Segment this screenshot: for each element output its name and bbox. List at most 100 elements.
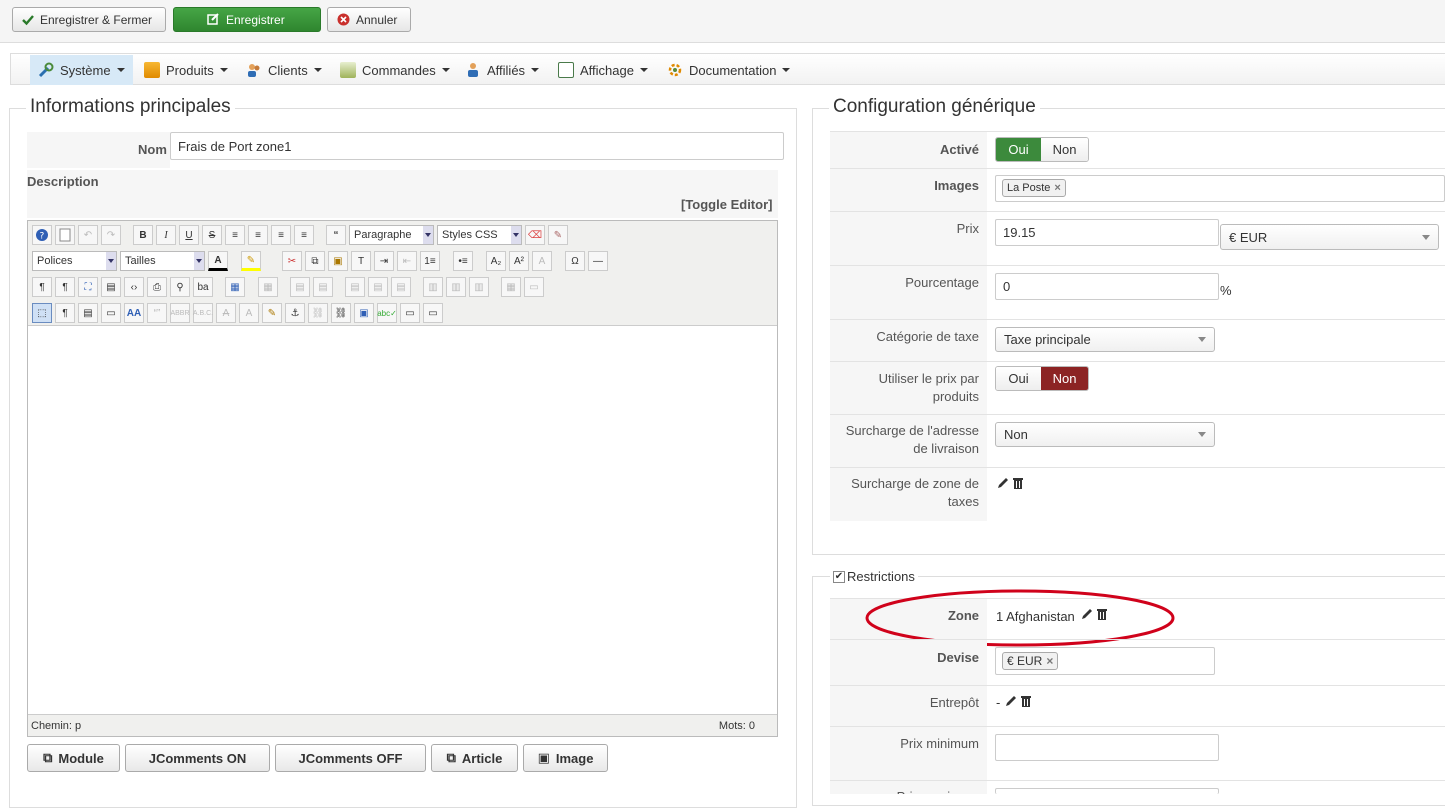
delete-row-icon[interactable]: ▤ — [391, 277, 411, 297]
save-button[interactable]: Enregistrer — [173, 7, 321, 32]
use-price-no-button[interactable]: Non — [1041, 367, 1088, 390]
row-props-icon[interactable]: ▤ — [345, 277, 365, 297]
fullscreen-icon[interactable]: ⛶ — [78, 277, 98, 297]
menu-item-clients[interactable]: Clients — [238, 55, 330, 85]
row-after-icon[interactable]: ▤ — [313, 277, 333, 297]
split-cells-icon[interactable]: ▦ — [501, 277, 521, 297]
cell-props-icon[interactable]: ▤ — [368, 277, 388, 297]
insert-table-icon[interactable]: ▦ — [225, 277, 245, 297]
bold-icon[interactable]: B — [133, 225, 153, 245]
trash-icon[interactable] — [1011, 476, 1025, 490]
active-no-button[interactable]: Non — [1041, 138, 1088, 161]
unordered-list-icon[interactable]: •≡ — [453, 251, 473, 271]
replace-icon[interactable]: ba — [193, 277, 213, 297]
style-props-icon[interactable]: AA — [124, 303, 144, 323]
menu-item-affichage[interactable]: Affichage — [550, 55, 656, 85]
max-price-input[interactable] — [995, 788, 1219, 794]
module-button[interactable]: ⧉ Module — [27, 744, 120, 772]
menu-item-documentation[interactable]: Documentation — [659, 55, 798, 85]
image-button[interactable]: ▣ Image — [523, 744, 608, 772]
visual-aid-icon[interactable]: ⬚ — [32, 303, 52, 323]
trash-icon[interactable] — [1019, 694, 1033, 708]
underline-icon[interactable]: U — [179, 225, 199, 245]
cut-icon[interactable]: ✂ — [282, 251, 302, 271]
new-document-icon[interactable] — [55, 225, 75, 245]
override-address-select[interactable]: Non — [995, 422, 1215, 447]
redo-icon[interactable]: ↷ — [101, 225, 121, 245]
merge-cells-icon[interactable]: ▭ — [524, 277, 544, 297]
template-icon[interactable]: ▤ — [78, 303, 98, 323]
ordered-list-icon[interactable]: 1≡ — [420, 251, 440, 271]
italic-icon[interactable]: I — [156, 225, 176, 245]
copy-icon[interactable]: ⧉ — [305, 251, 325, 271]
anchor-icon[interactable]: ⚓ — [285, 303, 305, 323]
row-before-icon[interactable]: ▤ — [290, 277, 310, 297]
align-justify-icon[interactable]: ≡ — [225, 225, 245, 245]
media-icon[interactable]: ▭ — [423, 303, 443, 323]
percent-input[interactable]: 0 — [995, 273, 1219, 300]
source-code-icon[interactable]: ‹› — [124, 277, 144, 297]
tax-select[interactable]: Taxe principale — [995, 327, 1215, 352]
article-button[interactable]: ⧉ Article — [431, 744, 518, 772]
ltr-icon[interactable]: ¶ — [32, 277, 52, 297]
print-icon[interactable]: ⎙ — [147, 277, 167, 297]
sizes-select[interactable]: Tailles — [120, 251, 205, 271]
delete-col-icon[interactable]: ▥ — [469, 277, 489, 297]
fonts-select[interactable]: Polices — [32, 251, 117, 271]
link-icon[interactable]: ⛓ — [331, 303, 351, 323]
attributes-icon[interactable]: ✎ — [262, 303, 282, 323]
menu-item-affilies[interactable]: Affiliés — [457, 55, 547, 85]
show-blocks-icon[interactable]: ¶ — [55, 303, 75, 323]
abbr-icon[interactable]: ABBR — [170, 303, 190, 323]
price-input[interactable]: 19.15 — [995, 219, 1219, 246]
cleanup-icon[interactable]: ✎ — [548, 225, 568, 245]
anchor-style-icon[interactable]: A — [532, 251, 552, 271]
jcomments-on-button[interactable]: JComments ON — [125, 744, 270, 772]
cancel-button[interactable]: Annuler — [327, 7, 411, 32]
hr-insert-icon[interactable]: ▭ — [400, 303, 420, 323]
image-icon[interactable]: ▣ — [354, 303, 374, 323]
eraser-icon[interactable]: ⌫ — [525, 225, 545, 245]
pencil-icon[interactable] — [996, 476, 1010, 490]
toggle-editor-link[interactable]: [Toggle Editor] — [681, 197, 772, 212]
jcomments-off-button[interactable]: JComments OFF — [275, 744, 426, 772]
blockquote-icon[interactable]: “ — [326, 225, 346, 245]
search-icon[interactable]: ⚲ — [170, 277, 190, 297]
save-close-button[interactable]: Enregistrer & Fermer — [12, 7, 166, 32]
horizontal-rule-icon[interactable]: — — [588, 251, 608, 271]
menu-item-commandes[interactable]: Commandes — [332, 55, 458, 85]
align-right-icon[interactable]: ≡ — [294, 225, 314, 245]
col-before-icon[interactable]: ▥ — [423, 277, 443, 297]
name-input[interactable]: Frais de Port zone1 — [170, 132, 784, 160]
align-left-icon[interactable]: ≡ — [271, 225, 291, 245]
col-after-icon[interactable]: ▥ — [446, 277, 466, 297]
paste-icon[interactable]: ▣ — [328, 251, 348, 271]
use-price-yes-button[interactable]: Oui — [996, 367, 1042, 390]
help-icon[interactable]: ? — [32, 225, 52, 245]
del-icon[interactable]: A — [216, 303, 236, 323]
remove-tag-icon[interactable]: × — [1054, 182, 1060, 194]
undo-icon[interactable]: ↶ — [78, 225, 98, 245]
indent-icon[interactable]: ⇥ — [374, 251, 394, 271]
cite-icon[interactable]: “” — [147, 303, 167, 323]
restrictions-checkbox[interactable]: ✔ — [833, 570, 845, 583]
active-yes-button[interactable]: Oui — [996, 138, 1042, 161]
page-break-icon[interactable]: ▭ — [101, 303, 121, 323]
menu-item-systeme[interactable]: Système — [30, 55, 133, 85]
rtl-icon[interactable]: ¶ — [55, 277, 75, 297]
ins-icon[interactable]: A — [239, 303, 259, 323]
align-center-icon[interactable]: ≡ — [248, 225, 268, 245]
highlight-icon[interactable]: ✎ — [241, 251, 261, 271]
superscript-icon[interactable]: A² — [509, 251, 529, 271]
remove-tag-icon[interactable]: × — [1046, 654, 1053, 668]
special-char-icon[interactable]: Ω — [565, 251, 585, 271]
styles-select[interactable]: Styles CSS — [437, 225, 522, 245]
subscript-icon[interactable]: A₂ — [486, 251, 506, 271]
acronym-icon[interactable]: A.B.C. — [193, 303, 213, 323]
min-price-input[interactable] — [995, 734, 1219, 761]
menu-item-produits[interactable]: Produits — [136, 55, 236, 85]
preview-icon[interactable]: ▤ — [101, 277, 121, 297]
paste-text-icon[interactable]: T — [351, 251, 371, 271]
spellcheck-icon[interactable]: abc✓ — [377, 303, 397, 323]
pencil-icon[interactable] — [1004, 694, 1018, 708]
